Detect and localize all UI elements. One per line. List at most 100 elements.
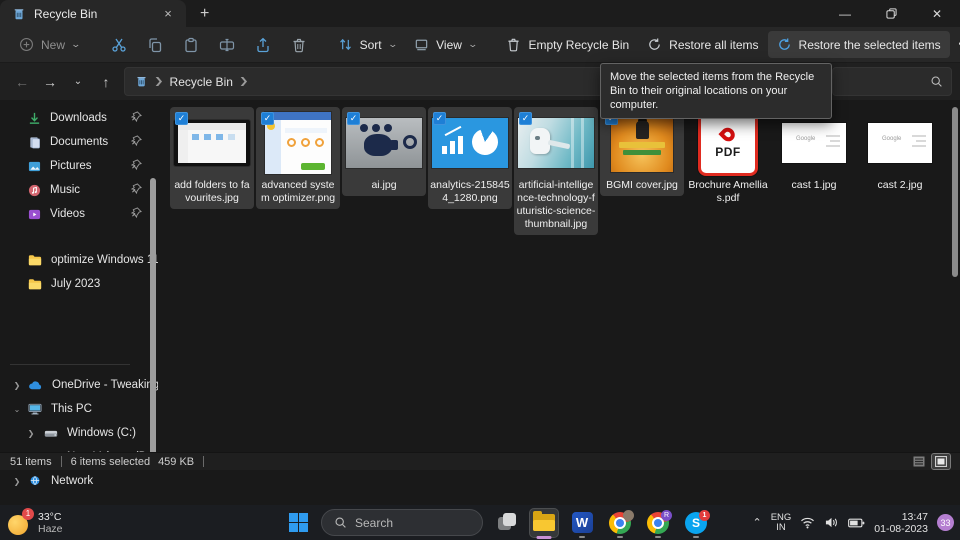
restore-selected-items-button[interactable]: Restore the selected items	[768, 31, 950, 58]
thumbnail-view-toggle[interactable]	[932, 454, 950, 469]
file-tile[interactable]: Googlecast 1.jpg	[772, 107, 856, 196]
details-view-toggle[interactable]	[910, 454, 928, 469]
restore-all-items-button[interactable]: Restore all items	[638, 31, 767, 58]
sidebar-item-july-2023[interactable]: July 2023	[0, 272, 158, 296]
file-thumbnail	[518, 118, 594, 168]
sidebar-item-music[interactable]: Music	[0, 178, 158, 202]
sidebar-scrollbar[interactable]	[150, 178, 156, 465]
tree-chevron-icon[interactable]: ❯	[12, 381, 22, 390]
selection-checkbox[interactable]: ✓	[347, 112, 360, 125]
forward-button[interactable]: →	[36, 68, 64, 96]
tab-close-button[interactable]: ×	[160, 6, 176, 21]
pdf-file-icon: PDF	[698, 110, 758, 176]
sidebar-item-this-pc[interactable]: ⌄This PC	[0, 397, 158, 421]
chrome-taskbar-button[interactable]	[605, 506, 635, 539]
sidebar-item-pictures[interactable]: Pictures	[0, 154, 158, 178]
tray-expand-button[interactable]: ⌃	[752, 516, 761, 529]
cut-button[interactable]	[101, 31, 137, 59]
rename-button[interactable]	[209, 31, 245, 59]
file-tile[interactable]: PDFBrochure Amellias.pdf	[686, 107, 770, 209]
search-icon	[334, 516, 347, 529]
file-tile[interactable]: BGMI cover.jpg✓	[600, 107, 684, 196]
sidebar-item-downloads[interactable]: Downloads	[0, 106, 158, 130]
file-explorer-window: Recycle Bin × + — ✕ New ⌄	[0, 0, 960, 505]
file-explorer-taskbar-button[interactable]	[529, 508, 559, 538]
tray-time: 13:47	[874, 511, 928, 523]
adobe-logo-icon	[718, 124, 737, 143]
close-button[interactable]: ✕	[914, 0, 960, 27]
selection-checkbox[interactable]: ✓	[433, 112, 446, 125]
file-tile[interactable]: analytics-2158454_1280.png ✓	[428, 107, 512, 209]
word-taskbar-button[interactable]: W	[567, 506, 597, 539]
new-tab-button[interactable]: +	[186, 5, 223, 27]
file-tile[interactable]: ai.jpg✓	[342, 107, 426, 196]
more-options-button[interactable]: •••	[950, 33, 960, 56]
pin-icon	[131, 111, 142, 125]
pin-icon	[131, 159, 142, 173]
up-button[interactable]: ↑	[92, 68, 120, 96]
share-button[interactable]	[245, 31, 281, 59]
tree-chevron-icon[interactable]: ❯	[26, 429, 36, 438]
paste-button[interactable]	[173, 31, 209, 59]
file-tile[interactable]: advanced system optimizer.png✓	[256, 107, 340, 209]
skype-notification-badge: 1	[699, 510, 710, 521]
copy-button[interactable]	[137, 31, 173, 59]
file-grid: add folders to favourites.jpg✓advanced s…	[170, 107, 960, 235]
taskbar-search[interactable]: Search	[321, 509, 483, 536]
selected-count: 6 items selected	[71, 456, 150, 468]
minimize-button[interactable]: —	[822, 0, 868, 27]
file-name: analytics-2158454_1280.png	[430, 179, 510, 205]
sidebar-item-videos[interactable]: Videos	[0, 202, 158, 226]
tab-strip: Recycle Bin × + — ✕	[0, 0, 960, 27]
window-controls: — ✕	[822, 0, 960, 27]
file-tile[interactable]: add folders to favourites.jpg✓	[170, 107, 254, 209]
delete-button[interactable]	[281, 31, 317, 59]
notification-badge[interactable]: 33	[937, 514, 954, 531]
sidebar-item-onedrive-tweaking-techn[interactable]: ❯OneDrive - Tweaking Techn	[0, 373, 158, 397]
drive-icon	[44, 428, 58, 439]
weather-condition: Haze	[38, 523, 63, 535]
task-view-button[interactable]	[491, 506, 521, 539]
selection-checkbox[interactable]: ✓	[261, 112, 274, 125]
view-button[interactable]: View ⌄	[405, 31, 485, 58]
sidebar-item-optimize-windows-11[interactable]: optimize Windows 11	[0, 248, 158, 272]
file-tile[interactable]: artificial-intelligence-technology-futur…	[514, 107, 598, 235]
skype-taskbar-button[interactable]: S 1	[681, 506, 711, 539]
sort-button[interactable]: Sort ⌄	[329, 31, 406, 58]
weather-icon: 1	[8, 511, 32, 535]
language-indicator[interactable]: ENG IN	[771, 513, 792, 533]
start-button[interactable]	[283, 508, 313, 538]
file-name: cast 2.jpg	[860, 179, 940, 192]
trash-icon	[291, 37, 307, 53]
file-tile[interactable]: Googlecast 2.jpg	[858, 107, 942, 196]
volume-icon[interactable]	[824, 516, 839, 529]
breadcrumb-path[interactable]: Recycle Bin	[170, 75, 233, 89]
tree-chevron-icon[interactable]: ⌄	[12, 405, 22, 414]
chrome-icon	[609, 512, 631, 534]
chevron-down-icon: ⌄	[467, 39, 478, 50]
wifi-icon[interactable]	[800, 516, 815, 529]
tab-title: Recycle Bin	[34, 7, 152, 21]
share-icon	[255, 37, 271, 53]
back-button[interactable]: ←	[8, 68, 36, 96]
search-box[interactable]	[832, 67, 952, 96]
tree-chevron-icon[interactable]: ❯	[12, 477, 22, 486]
weather-widget[interactable]: 1 33°C Haze	[8, 511, 63, 535]
selection-checkbox[interactable]: ✓	[175, 112, 188, 125]
recent-locations-button[interactable]: ⌄	[64, 68, 92, 96]
chrome2-taskbar-button[interactable]: R	[643, 506, 673, 539]
downloads-icon	[28, 112, 41, 125]
empty-recycle-bin-button[interactable]: Empty Recycle Bin	[497, 31, 638, 58]
selection-checkbox[interactable]: ✓	[519, 112, 532, 125]
sidebar-item-network[interactable]: ❯Network	[0, 469, 158, 487]
restore-button[interactable]	[868, 0, 914, 27]
chrome-icon: R	[647, 512, 669, 534]
sidebar-item-windows-c-[interactable]: ❯Windows (C:)	[0, 421, 158, 445]
sidebar-item-documents[interactable]: Documents	[0, 130, 158, 154]
pin-icon	[131, 207, 142, 221]
clock[interactable]: 13:47 01-08-2023	[874, 511, 928, 535]
battery-icon[interactable]	[848, 517, 865, 529]
tab-recycle-bin[interactable]: Recycle Bin ×	[0, 0, 186, 27]
main-scrollbar[interactable]	[952, 107, 958, 277]
new-button[interactable]: New ⌄	[10, 31, 89, 58]
